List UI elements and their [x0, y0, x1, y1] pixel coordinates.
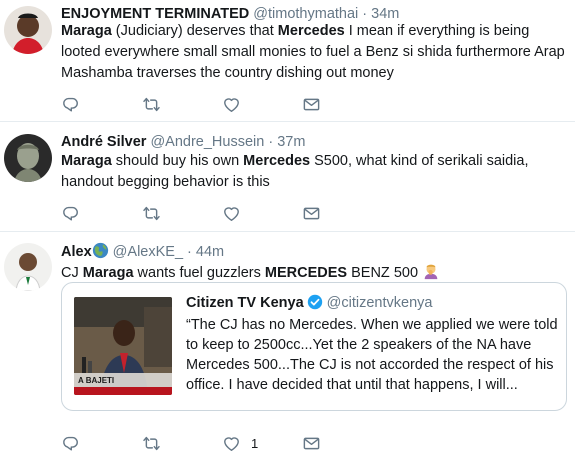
quoted-display-name[interactable]: Citizen TV Kenya [186, 295, 304, 311]
tweet-header: Alex @AlexKE_ · 44m [61, 242, 224, 261]
quoted-tweet[interactable]: A BAJETI Citizen TV Kenya @citizentvkeny… [61, 282, 567, 411]
avatar[interactable] [4, 243, 52, 291]
like-button[interactable]: 1 [222, 433, 258, 453]
envelope-icon [302, 95, 321, 114]
direct-message-button[interactable] [302, 94, 321, 114]
direct-message-button[interactable] [302, 433, 321, 453]
envelope-icon [302, 204, 321, 223]
facepalm-emoji-icon [424, 264, 438, 280]
retweet-button[interactable] [142, 433, 161, 453]
tweet-text: Maraga should buy his own Mercedes S500,… [61, 151, 566, 193]
direct-message-button[interactable] [302, 203, 321, 223]
quoted-user-handle[interactable]: @citizentvkenya [327, 295, 433, 311]
user-handle[interactable]: @AlexKE_ [113, 244, 183, 260]
user-handle[interactable]: @timothymathai [253, 6, 358, 22]
heart-icon [222, 204, 241, 223]
tweet-header: André Silver @Andre_Hussein · 37m [61, 133, 305, 151]
retweet-button[interactable] [142, 203, 161, 223]
tweet[interactable]: Alex @AlexKE_ · 44m CJ Maraga wants fuel… [0, 232, 575, 462]
heart-icon [222, 95, 241, 114]
retweet-button[interactable] [142, 94, 161, 114]
tweet[interactable]: ENJOYMENT TERMINATED @timothymathai · 34… [0, 0, 575, 122]
keyword-highlight[interactable]: Mercedes [243, 153, 310, 169]
envelope-icon [302, 434, 321, 453]
user-handle[interactable]: @Andre_Hussein [150, 134, 264, 150]
tweet-actions [61, 94, 341, 114]
avatar[interactable] [4, 6, 52, 54]
reply-icon [61, 204, 80, 223]
timestamp[interactable]: · 44m [187, 244, 224, 260]
tweet[interactable]: André Silver @Andre_Hussein · 37m Maraga… [0, 122, 575, 232]
verified-badge-icon [307, 294, 322, 310]
text-segment: BENZ 500 [347, 265, 419, 281]
text-segment: (Judiciary) deserves that [111, 23, 278, 39]
text-segment: CJ [61, 265, 83, 281]
text-segment: wants fuel guzzlers [133, 265, 265, 281]
like-button[interactable] [222, 203, 241, 223]
keyword-highlight[interactable]: MERCEDES [265, 265, 347, 281]
reply-button[interactable] [61, 203, 80, 223]
quoted-tweet-header: Citizen TV Kenya @citizentvkenya [186, 294, 432, 312]
display-name[interactable]: Alex [61, 244, 92, 260]
like-count: 1 [251, 435, 259, 451]
keyword-highlight[interactable]: Maraga [61, 23, 112, 39]
avatar[interactable] [4, 134, 52, 182]
keyword-highlight[interactable]: Mercedes [278, 23, 345, 39]
quoted-tweet-text: “The CJ has no Mercedes. When we applied… [186, 317, 558, 393]
reply-button[interactable] [61, 433, 80, 453]
globe-emoji-icon [92, 242, 108, 259]
text-segment: should buy his own [111, 153, 244, 169]
reply-icon [61, 434, 80, 453]
keyword-highlight[interactable]: Maraga [61, 153, 112, 169]
tweet-actions [61, 203, 341, 223]
reply-button[interactable] [61, 94, 80, 114]
reply-icon [61, 95, 80, 114]
retweet-icon [142, 434, 161, 453]
display-name[interactable]: André Silver [61, 134, 146, 150]
timestamp[interactable]: · 37m [268, 134, 305, 150]
heart-icon [222, 434, 241, 453]
image-caption: A BAJETI [78, 376, 114, 385]
tweet-actions: 1 [61, 433, 341, 453]
tweet-text: CJ Maraga wants fuel guzzlers MERCEDES B… [61, 262, 566, 284]
keyword-highlight[interactable]: Maraga [83, 265, 134, 281]
retweet-icon [142, 95, 161, 114]
timestamp[interactable]: · 34m [362, 6, 399, 22]
quoted-tweet-image[interactable]: A BAJETI [74, 297, 172, 395]
display-name[interactable]: ENJOYMENT TERMINATED [61, 6, 249, 22]
tweet-text: Maraga (Judiciary) deserves that Mercede… [61, 21, 566, 84]
retweet-icon [142, 204, 161, 223]
like-button[interactable] [222, 94, 241, 114]
